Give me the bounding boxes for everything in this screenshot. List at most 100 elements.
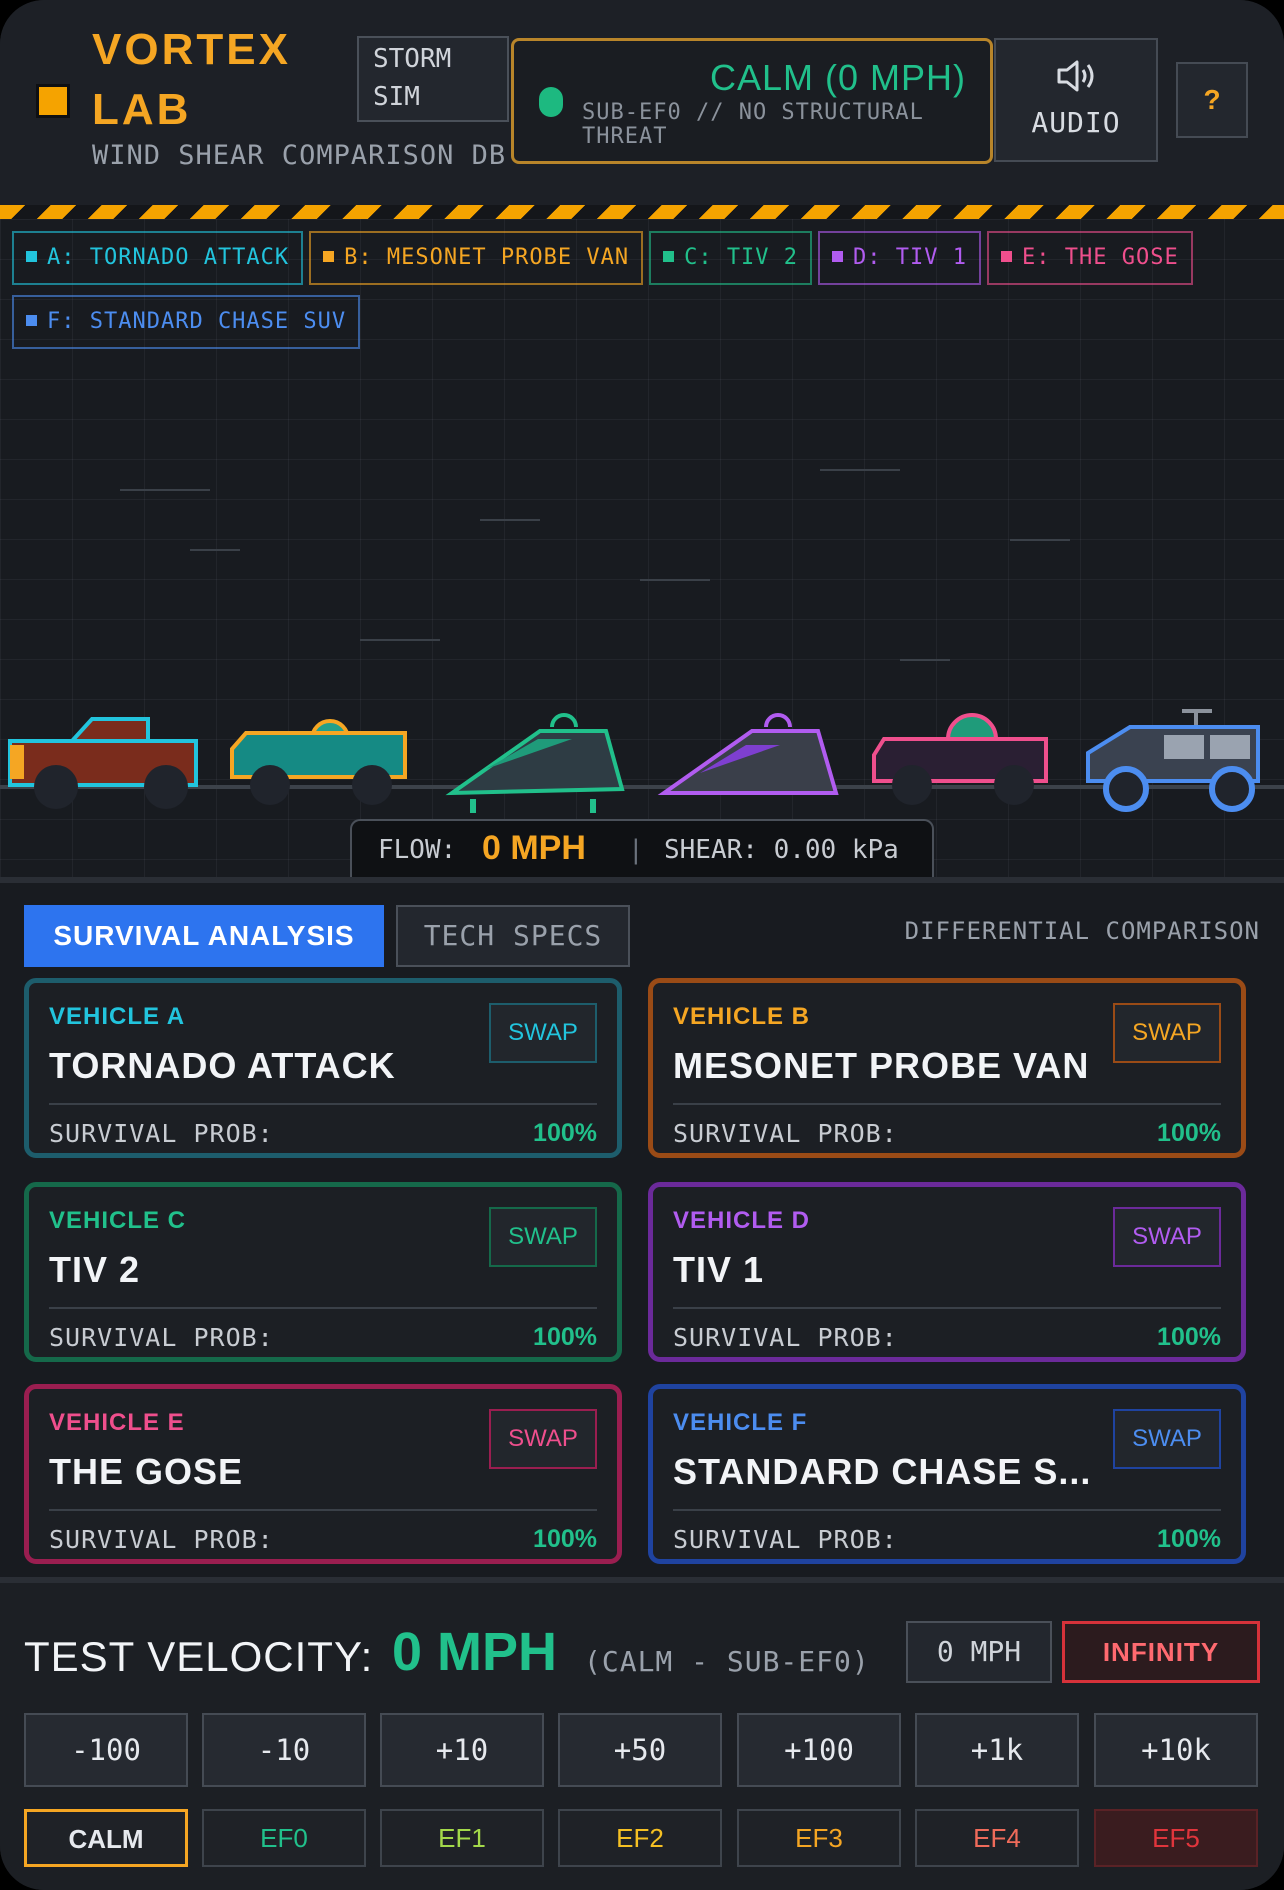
step-plus-1k-button[interactable]: +1k	[915, 1713, 1079, 1787]
legend-swatch	[663, 250, 675, 262]
status-detail: SUB-EF0 // NO STRUCTURAL THREAT	[582, 100, 924, 149]
wind-tunnel-view: A: TORNADO ATTACK B: MESONET PROBE VAN C: …	[0, 219, 1284, 877]
card-vehicle-name: TIV 2	[49, 1249, 141, 1290]
step-plus-100-button[interactable]: +100	[737, 1713, 901, 1787]
legend-swatch	[26, 314, 37, 326]
test-velocity-value: 0 MPH	[392, 1622, 558, 1682]
speaker-icon	[1057, 60, 1094, 92]
legend-swatch	[1001, 250, 1013, 262]
step-plus-10k-button[interactable]: +10k	[1094, 1713, 1258, 1787]
vehicle-card-a: VEHICLE A TORNADO ATTACK SWAP SURVIVAL P…	[24, 978, 622, 1158]
swap-button[interactable]: SWAP	[1113, 1207, 1221, 1267]
survival-prob-label: SURVIVAL PROB:	[49, 1525, 274, 1554]
card-divider	[673, 1307, 1221, 1309]
card-vehicle-name: STANDARD CHASE S...	[673, 1451, 1092, 1492]
step-minus-100-button[interactable]: -100	[24, 1713, 188, 1787]
legend-label: B: MESONET PROBE VAN	[344, 245, 630, 270]
vehicle-card-c: VEHICLE C TIV 2 SWAP SURVIVAL PROB: 100%	[24, 1182, 622, 1362]
vehicle-lineup	[8, 709, 1260, 813]
audio-label: AUDIO	[1031, 106, 1121, 139]
survival-prob-label: SURVIVAL PROB:	[673, 1525, 898, 1554]
legend-label: C: TIV 2	[684, 245, 799, 270]
swap-button[interactable]: SWAP	[489, 1207, 597, 1267]
swap-button[interactable]: SWAP	[1113, 1409, 1221, 1469]
legend-chip-a[interactable]: A: TORNADO ATTACK	[12, 231, 304, 285]
swap-button[interactable]: SWAP	[489, 1003, 597, 1063]
survival-prob-label: SURVIVAL PROB:	[673, 1323, 898, 1352]
vehicle-legend: A: TORNADO ATTACK B: MESONET PROBE VAN C: …	[12, 231, 1272, 359]
legend-chip-b[interactable]: B: MESONET PROBE VAN	[309, 231, 644, 285]
flow-value: 0 MPH	[482, 829, 586, 867]
help-button[interactable]: ?	[1176, 62, 1248, 138]
tab-tech-specs[interactable]: TECH SPECS	[396, 905, 630, 967]
legend-chip-e[interactable]: E: THE GOSE	[987, 231, 1193, 285]
app-window: VORTEX LAB WIND SHEAR COMPARISON DB STOR…	[0, 0, 1284, 1890]
vehicle-card-f: VEHICLE F STANDARD CHASE S... SWAP SURVI…	[648, 1384, 1246, 1564]
legend-swatch	[26, 250, 37, 262]
card-vehicle-name: THE GOSE	[49, 1451, 244, 1492]
step-plus-10-button[interactable]: +10	[380, 1713, 544, 1787]
card-slot-label: VEHICLE B	[673, 1003, 811, 1030]
wind-streak	[900, 659, 950, 661]
survival-prob-value: 100%	[1157, 1119, 1221, 1147]
card-slot-label: VEHICLE A	[49, 1003, 186, 1030]
preset-ef2-button[interactable]: EF2	[558, 1809, 722, 1867]
survival-prob-label: SURVIVAL PROB:	[49, 1323, 274, 1352]
preset-ef5-button[interactable]: EF5	[1094, 1809, 1258, 1867]
wind-streak	[360, 639, 440, 641]
swap-button[interactable]: SWAP	[1113, 1003, 1221, 1063]
infinity-button[interactable]: INFINITY	[1062, 1621, 1260, 1683]
vehicle-a-sprite	[8, 717, 198, 809]
step-plus-50-button[interactable]: +50	[558, 1713, 722, 1787]
survival-prob-value: 100%	[533, 1525, 597, 1553]
card-divider	[49, 1103, 597, 1105]
card-vehicle-name: TORNADO ATTACK	[49, 1045, 396, 1086]
tab-survival-analysis[interactable]: SURVIVAL ANALYSIS	[24, 905, 384, 967]
survival-prob-value: 100%	[533, 1323, 597, 1351]
test-velocity-label: TEST VELOCITY:	[24, 1633, 374, 1680]
legend-chip-f[interactable]: F: STANDARD CHASE SUV	[12, 295, 361, 349]
vehicle-f-sprite	[1086, 709, 1260, 812]
flow-readout: FLOW: 0 MPH | SHEAR: 0.00 kPa	[350, 819, 934, 877]
card-divider	[49, 1307, 597, 1309]
card-divider	[49, 1509, 597, 1511]
storm-sim-button[interactable]: STORM SIM	[357, 36, 509, 122]
audio-button[interactable]: AUDIO	[994, 38, 1158, 162]
status-indicator-icon	[539, 87, 563, 117]
hazard-stripe	[0, 205, 1284, 219]
logo-square-icon	[36, 84, 70, 118]
legend-label: D: TIV 1	[853, 245, 968, 270]
preset-ef0-button[interactable]: EF0	[202, 1809, 366, 1867]
preset-ef1-button[interactable]: EF1	[380, 1809, 544, 1867]
card-slot-label: VEHICLE F	[673, 1409, 808, 1436]
status-headline: CALM (0 MPH)	[709, 57, 966, 98]
readout-separator: |	[628, 835, 644, 865]
vehicle-card-b: VEHICLE B MESONET PROBE VAN SWAP SURVIVA…	[648, 978, 1246, 1158]
card-slot-label: VEHICLE C	[49, 1207, 187, 1234]
legend-label: E: THE GOSE	[1022, 245, 1179, 270]
legend-chip-d[interactable]: D: TIV 1	[818, 231, 982, 285]
flow-label: FLOW:	[378, 835, 457, 865]
legend-chip-c[interactable]: C: TIV 2	[649, 231, 813, 285]
app-subtitle: WIND SHEAR COMPARISON DB	[92, 140, 507, 171]
card-divider	[673, 1103, 1221, 1105]
preset-ef3-button[interactable]: EF3	[737, 1809, 901, 1867]
vehicle-d-sprite	[657, 713, 839, 795]
legend-label: F: STANDARD CHASE SUV	[47, 309, 347, 334]
swap-button[interactable]: SWAP	[489, 1409, 597, 1469]
preset-ef4-button[interactable]: EF4	[915, 1809, 1079, 1867]
legend-swatch	[832, 250, 844, 262]
survival-prob-label: SURVIVAL PROB:	[673, 1119, 898, 1148]
velocity-input-button[interactable]: 0 MPH	[906, 1621, 1052, 1683]
step-minus-10-button[interactable]: -10	[202, 1713, 366, 1787]
wind-streak	[120, 489, 210, 491]
vehicle-card-e: VEHICLE E THE GOSE SWAP SURVIVAL PROB: 1…	[24, 1384, 622, 1564]
status-panel: CALM (0 MPH) SUB-EF0 // NO STRUCTURAL TH…	[511, 38, 993, 164]
legend-swatch	[323, 250, 335, 262]
wind-streak	[190, 549, 240, 551]
test-velocity-category: (CALM - SUB-EF0)	[584, 1645, 870, 1678]
header: VORTEX LAB WIND SHEAR COMPARISON DB STOR…	[0, 0, 1284, 205]
card-slot-label: VEHICLE E	[49, 1409, 185, 1436]
preset-calm-button[interactable]: CALM	[24, 1809, 188, 1867]
app-title: VORTEX LAB	[92, 25, 291, 134]
